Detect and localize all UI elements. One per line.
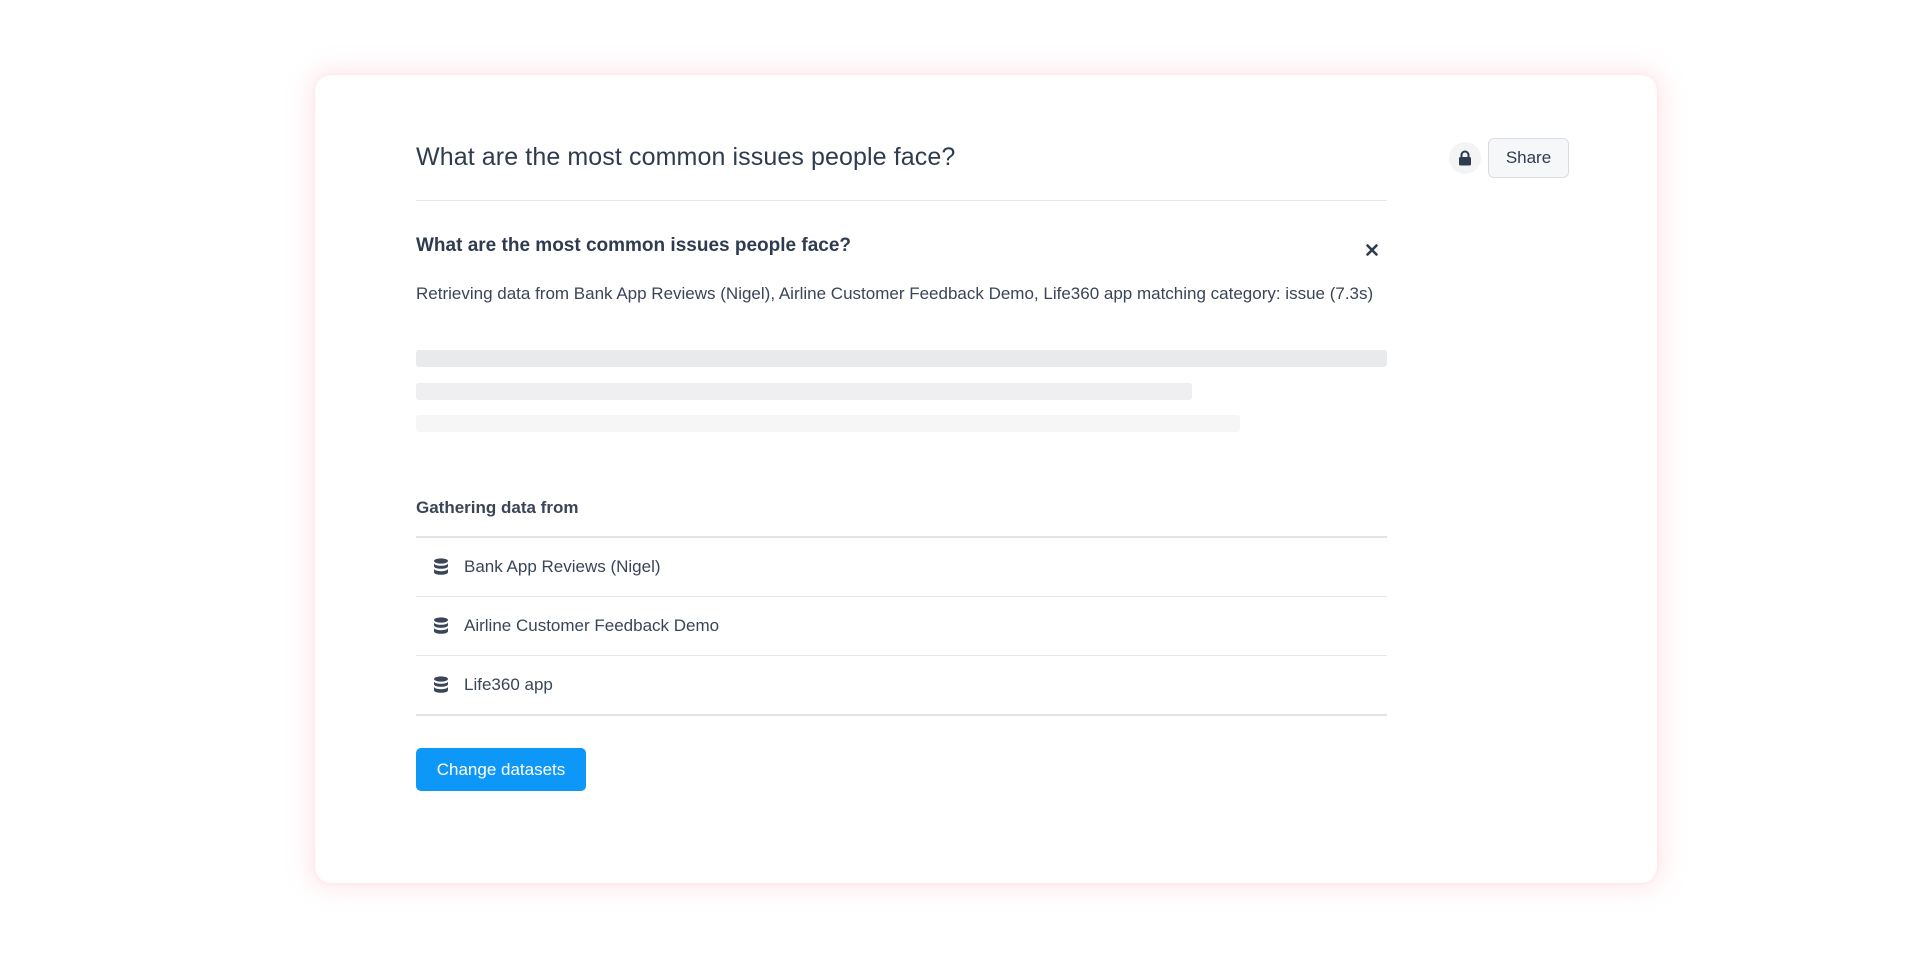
share-button[interactable]: Share	[1488, 138, 1569, 178]
source-item-life360-app[interactable]: Life360 app	[416, 656, 1387, 716]
loading-skeleton-line	[416, 383, 1192, 400]
source-label: Bank App Reviews (Nigel)	[464, 557, 661, 576]
query-title: What are the most common issues people f…	[416, 235, 851, 256]
privacy-lock-button[interactable]	[1449, 142, 1481, 174]
page-title: What are the most common issues people f…	[416, 143, 956, 171]
source-label: Life360 app	[464, 675, 553, 694]
loading-skeleton-line	[416, 350, 1387, 367]
source-item-airline-feedback[interactable]: Airline Customer Feedback Demo	[416, 597, 1387, 656]
source-label: Airline Customer Feedback Demo	[464, 616, 720, 635]
database-icon	[433, 558, 449, 576]
retrieval-status-text: Retrieving data from Bank App Reviews (N…	[416, 284, 1374, 303]
sources-heading: Gathering data from	[416, 498, 579, 517]
database-icon	[433, 617, 449, 635]
lock-icon	[1459, 150, 1471, 166]
query-card: What are the most common issues people f…	[315, 75, 1657, 883]
close-icon[interactable]	[1359, 237, 1385, 263]
source-item-bank-app-reviews[interactable]: Bank App Reviews (Nigel)	[416, 538, 1387, 597]
change-datasets-button[interactable]: Change datasets	[416, 748, 586, 791]
header-divider	[416, 200, 1387, 201]
database-icon	[433, 676, 449, 694]
loading-skeleton-line	[416, 415, 1240, 432]
sources-list: Bank App Reviews (Nigel) Airline Custome…	[416, 536, 1387, 716]
